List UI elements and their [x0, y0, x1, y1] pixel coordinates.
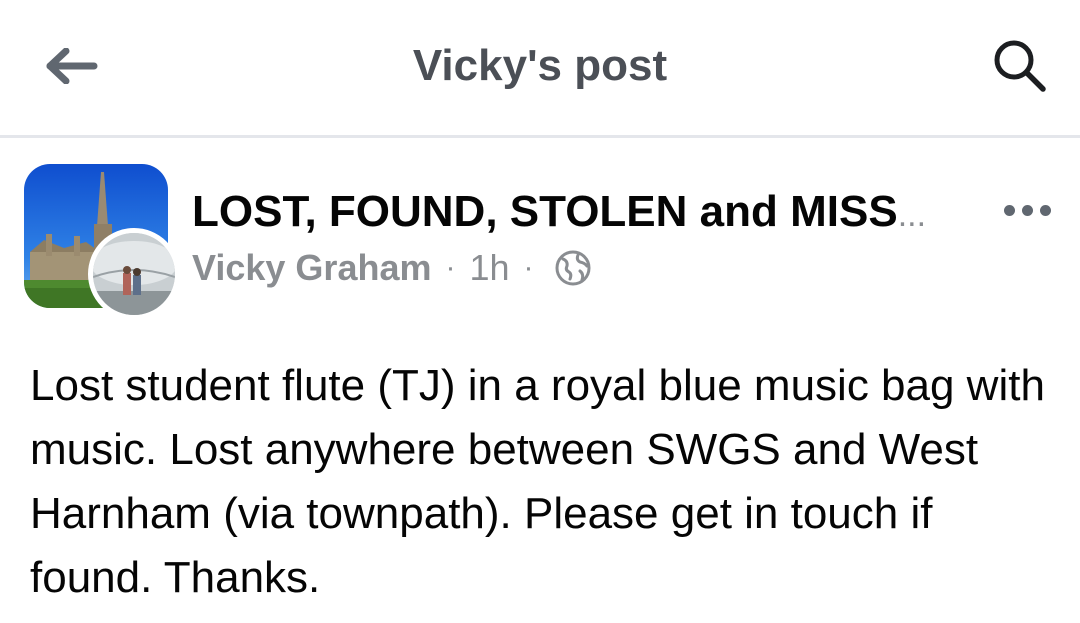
top-app-bar: Vicky's post: [0, 0, 1080, 136]
more-horizontal-icon: [1003, 204, 1015, 216]
group-name-ellipsis: ...: [897, 196, 927, 234]
user-photo: [93, 233, 175, 315]
more-dot: [1021, 204, 1033, 216]
author-name[interactable]: Vicky Graham: [192, 244, 431, 292]
globe-icon: [554, 249, 592, 287]
user-avatar[interactable]: [88, 228, 180, 320]
search-button[interactable]: [984, 34, 1056, 98]
meta-separator: ·: [523, 251, 534, 284]
post-meta: Vicky Graham · 1h ·: [192, 244, 592, 292]
more-dot: [1039, 204, 1051, 216]
post-time[interactable]: 1h: [469, 244, 509, 292]
arrow-left-icon: [46, 48, 98, 84]
post-body-text: Lost student flute (TJ) in a royal blue …: [30, 361, 1045, 602]
page-title: Vicky's post: [412, 41, 668, 90]
meta-separator: ·: [445, 251, 456, 284]
search-icon: [994, 40, 1046, 92]
post-header: LOST, FOUND, STOLEN and MISS... Vicky Gr…: [0, 138, 1080, 338]
group-name[interactable]: LOST, FOUND, STOLEN and MISS...: [192, 184, 942, 240]
more-options-button[interactable]: [994, 190, 1060, 230]
back-button[interactable]: [36, 38, 108, 94]
